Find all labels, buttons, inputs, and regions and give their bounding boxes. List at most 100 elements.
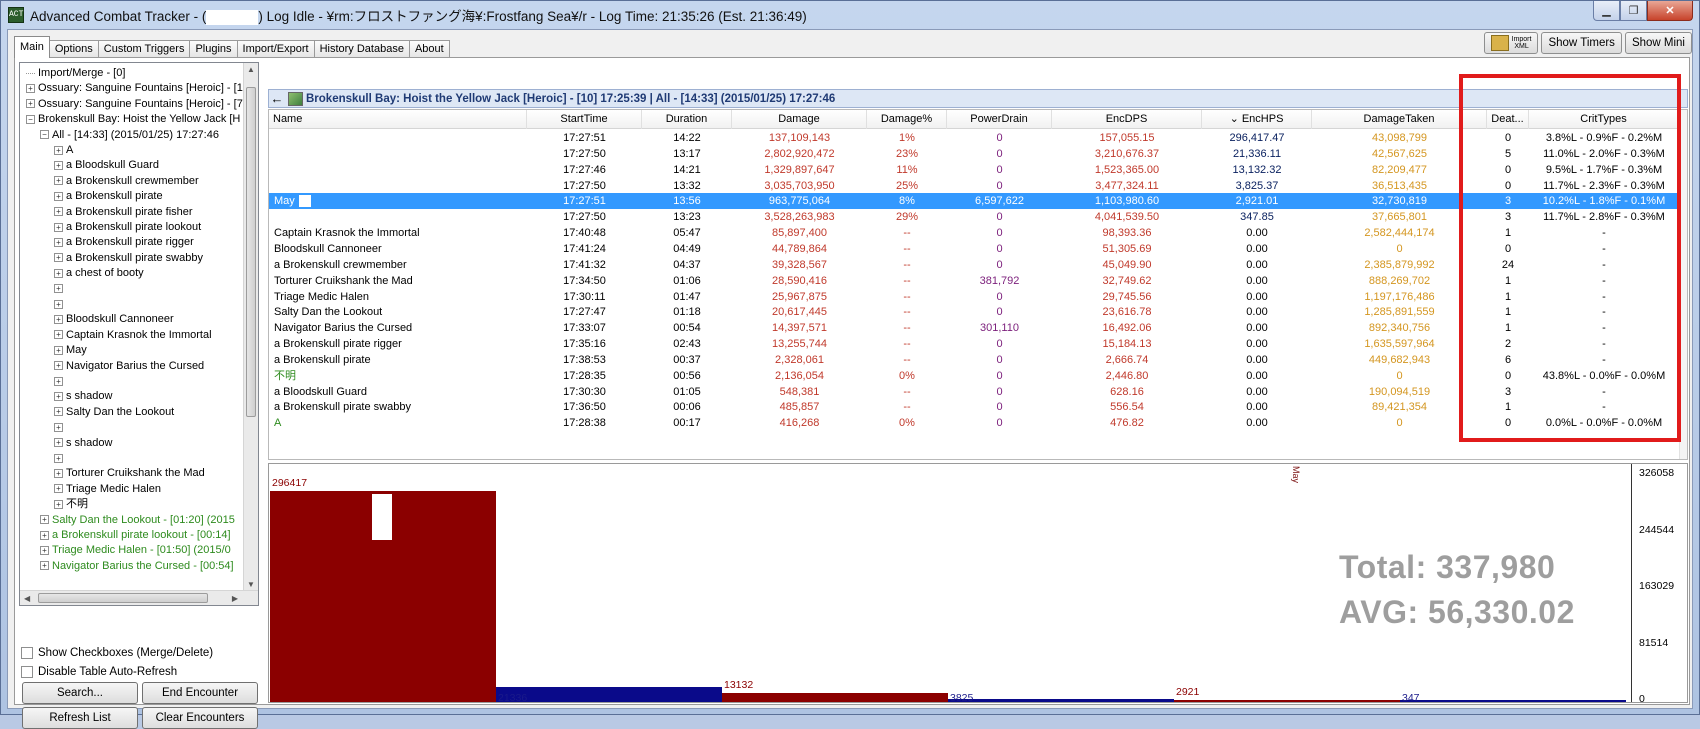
end-encounter-button[interactable]: End Encounter — [142, 682, 258, 704]
disable-refresh-option[interactable]: Disable Table Auto-Refresh — [21, 664, 177, 680]
tree-item[interactable]: − Brokenskull Bay: Hoist the Yellow Jack … — [26, 111, 240, 127]
tree-item[interactable]: Import/Merge - [0] — [26, 65, 125, 81]
expand-plus-icon[interactable]: + — [54, 222, 63, 232]
expand-plus-icon[interactable]: + — [54, 284, 63, 294]
scroll-down-arrow-icon[interactable]: ▼ — [247, 580, 255, 589]
tab-about[interactable]: About — [408, 40, 450, 58]
expand-plus-icon[interactable]: + — [54, 253, 63, 263]
tree-item[interactable]: + — [54, 450, 66, 466]
close-button[interactable]: ✕ — [1647, 1, 1693, 21]
column-header-hps[interactable]: ⌄ EncHPS — [1202, 110, 1312, 129]
tree-item[interactable]: + Captain Krasnok the Immortal — [54, 327, 212, 343]
tab-plugins[interactable]: Plugins — [189, 40, 238, 58]
tree-item[interactable]: + Ossuary: Sanguine Fountains [Heroic] - … — [26, 80, 243, 96]
tree-item[interactable]: + 不明 — [54, 496, 88, 512]
scroll-up-arrow-icon[interactable]: ▲ — [247, 65, 255, 74]
expand-plus-icon[interactable]: + — [54, 268, 63, 278]
tree-item[interactable]: + Bloodskull Cannoneer — [54, 311, 174, 327]
expand-plus-icon[interactable]: + — [54, 207, 63, 217]
collapse-minus-icon[interactable]: − — [40, 130, 49, 140]
tree-item[interactable]: + Navigator Barius the Cursed - [00:54] — [40, 558, 234, 574]
expand-plus-icon[interactable]: + — [40, 545, 49, 555]
expand-plus-icon[interactable]: + — [54, 376, 63, 386]
tab-history-database[interactable]: History Database — [313, 40, 410, 58]
expand-plus-icon[interactable]: + — [54, 438, 63, 448]
disable-refresh-checkbox[interactable] — [21, 666, 33, 678]
expand-plus-icon[interactable]: + — [54, 407, 63, 417]
tab-import-export[interactable]: Import/Export — [236, 40, 315, 58]
column-header-dur[interactable]: Duration — [642, 110, 732, 129]
tab-options[interactable]: Options — [48, 40, 99, 58]
tree-item[interactable]: + Salty Dan the Lookout — [54, 404, 174, 420]
tree-hscroll-thumb[interactable] — [38, 593, 208, 603]
tree-item[interactable]: + a Brokenskull crewmember — [54, 173, 199, 189]
tree-item[interactable]: + Navigator Barius the Cursed — [54, 358, 204, 374]
search-button[interactable]: Search... — [22, 682, 138, 704]
tree-item[interactable]: + a Brokenskull pirate fisher — [54, 204, 193, 220]
show-checkboxes-checkbox[interactable] — [21, 647, 33, 659]
tree-item[interactable]: + a Brokenskull pirate lookout - [00:14] — [40, 527, 231, 543]
expand-plus-icon[interactable]: + — [54, 160, 63, 170]
expand-plus-icon[interactable]: + — [54, 176, 63, 186]
expand-plus-icon[interactable]: + — [54, 468, 63, 478]
column-header-dps[interactable]: EncDPS — [1052, 110, 1202, 129]
tree-item[interactable]: − All - [14:33] (2015/01/25) 17:27:46 — [40, 127, 219, 143]
tree-item[interactable]: + a chest of booty — [54, 265, 144, 281]
column-header-start[interactable]: StartTime — [527, 110, 642, 129]
expand-plus-icon[interactable]: + — [40, 530, 49, 540]
tree-item[interactable]: + a Brokenskull pirate swabby — [54, 250, 203, 266]
tree-vertical-scrollbar[interactable]: ▲ ▼ — [243, 63, 258, 591]
back-arrow-icon[interactable]: ← — [269, 91, 285, 106]
tab-custom-triggers[interactable]: Custom Triggers — [97, 40, 191, 58]
expand-plus-icon[interactable]: + — [54, 299, 63, 309]
expand-plus-icon[interactable]: + — [26, 83, 35, 93]
expand-plus-icon[interactable]: + — [54, 453, 63, 463]
tree-item[interactable]: + — [54, 281, 66, 297]
expand-plus-icon[interactable]: + — [54, 314, 63, 324]
tree-item[interactable]: + — [54, 419, 66, 435]
expand-plus-icon[interactable]: + — [26, 99, 35, 109]
import-xml-button[interactable]: Import XML — [1483, 32, 1539, 54]
expand-plus-icon[interactable]: + — [54, 345, 63, 355]
tab-main[interactable]: Main — [14, 36, 50, 58]
column-header-pct[interactable]: Damage% — [867, 110, 947, 129]
tree-horizontal-scrollbar[interactable]: ◀ ▶ — [20, 590, 258, 605]
expand-plus-icon[interactable]: + — [54, 330, 63, 340]
tree-item[interactable]: + s shadow — [54, 388, 112, 404]
scroll-right-arrow-icon[interactable]: ▶ — [232, 594, 238, 603]
expand-plus-icon[interactable]: + — [54, 391, 63, 401]
graph-image-icon[interactable] — [288, 91, 303, 106]
encounter-tree[interactable]: + Navigator Barius the Cursed - [00:54] + T… — [19, 62, 259, 606]
maximize-button[interactable]: ❐ — [1620, 1, 1647, 21]
tree-item[interactable]: + May — [54, 342, 87, 358]
title-bar[interactable]: ACT Advanced Combat Tracker - () Log Idl… — [1, 1, 1699, 29]
minimize-button[interactable]: ▁ — [1593, 1, 1620, 21]
show-checkboxes-option[interactable]: Show Checkboxes (Merge/Delete) — [21, 645, 213, 661]
tree-item[interactable]: + Salty Dan the Lookout - [01:20] (2015 — [40, 512, 235, 528]
tree-item[interactable]: + Triage Medic Halen — [54, 481, 161, 497]
tree-item[interactable]: + a Brokenskull pirate rigger — [54, 234, 194, 250]
expand-plus-icon[interactable]: + — [54, 361, 63, 371]
tree-item[interactable]: + a Brokenskull pirate — [54, 188, 163, 204]
expand-plus-icon[interactable]: + — [40, 561, 49, 571]
tree-item[interactable]: + a Bloodskull Guard — [54, 157, 159, 173]
tree-item[interactable]: + s shadow — [54, 435, 112, 451]
tree-item[interactable]: + — [54, 296, 66, 312]
column-header-dmg[interactable]: Damage — [732, 110, 867, 129]
show-mini-button[interactable]: Show Mini — [1624, 32, 1692, 54]
collapse-minus-icon[interactable]: − — [26, 114, 35, 124]
tree-vscroll-thumb[interactable] — [246, 87, 256, 417]
show-timers-button[interactable]: Show Timers — [1541, 32, 1622, 54]
tree-item[interactable]: + — [54, 373, 66, 389]
refresh-list-button[interactable]: Refresh List — [22, 707, 138, 729]
expand-plus-icon[interactable]: + — [54, 484, 63, 494]
column-header-name[interactable]: Name — [269, 110, 527, 129]
tree-item[interactable]: + Ossuary: Sanguine Fountains [Heroic] - … — [26, 96, 243, 112]
tree-item[interactable]: + A — [54, 142, 73, 158]
expand-plus-icon[interactable]: + — [54, 237, 63, 247]
tree-item[interactable]: + Triage Medic Halen - [01:50] (2015/0 — [40, 542, 231, 558]
expand-plus-icon[interactable]: + — [40, 515, 49, 525]
expand-plus-icon[interactable]: + — [54, 145, 63, 155]
expand-plus-icon[interactable]: + — [54, 191, 63, 201]
column-header-pd[interactable]: PowerDrain — [947, 110, 1052, 129]
